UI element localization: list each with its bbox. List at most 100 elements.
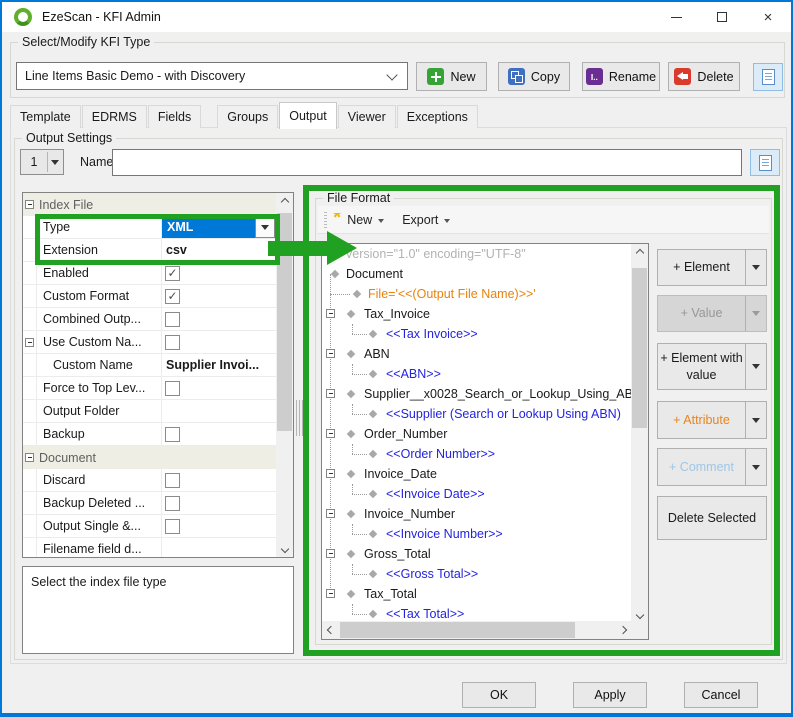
add-element-with-value-button[interactable]: + Element with value (657, 343, 767, 390)
tab-template[interactable]: Template (10, 105, 81, 128)
grid-row-combined-outp-[interactable]: Combined Outp... (23, 308, 276, 331)
new-kfi-button[interactable]: New (416, 62, 487, 91)
grid-row-output-single-[interactable]: Output Single &... (23, 515, 276, 538)
collapse-expander-icon[interactable] (25, 338, 34, 347)
tree-node-value[interactable]: <<Tax Total>> (322, 604, 631, 621)
checkbox-unchecked[interactable] (165, 335, 180, 350)
tab-groups[interactable]: Groups (217, 105, 278, 128)
tree-node-value[interactable]: <<Supplier (Search or Lookup Using ABN) (322, 404, 631, 424)
collapse-expander-icon[interactable] (326, 509, 335, 518)
add-comment-button[interactable]: + Comment (657, 448, 767, 486)
add-value-button[interactable]: + Value (657, 295, 767, 332)
property-value[interactable]: Supplier Invoi... (166, 358, 274, 372)
grid-row-enabled[interactable]: Enabled✓ (23, 262, 276, 285)
tab-fields[interactable]: Fields (148, 105, 201, 128)
add-comment-dropdown[interactable] (745, 449, 766, 485)
tree-node-value[interactable]: <<Invoice Date>> (322, 484, 631, 504)
copy-kfi-button[interactable]: Copy (498, 62, 570, 91)
type-dropdown-button[interactable] (255, 217, 275, 238)
output-number-dropdown[interactable]: 1 (20, 149, 64, 175)
property-grid-scrollbar[interactable] (276, 193, 293, 557)
grid-row-filename-field-d-[interactable]: Filename field d... (23, 538, 276, 557)
grid-row-backup-deleted-[interactable]: Backup Deleted ... (23, 492, 276, 515)
checkbox-unchecked[interactable] (165, 381, 180, 396)
grid-row-output-folder[interactable]: Output Folder (23, 400, 276, 423)
grid-row-use-custom-na-[interactable]: Use Custom Na... (23, 331, 276, 354)
collapse-expander-icon[interactable] (25, 453, 34, 462)
add-element-with-value-dropdown[interactable] (745, 344, 766, 389)
collapse-expander-icon[interactable] (326, 589, 335, 598)
kfi-notes-button[interactable] (753, 63, 783, 91)
panel-splitter-handle[interactable] (296, 400, 305, 436)
tree-node-value[interactable]: <<Order Number>> (322, 444, 631, 464)
collapse-expander-icon[interactable] (326, 549, 335, 558)
checkbox-unchecked[interactable] (165, 312, 180, 327)
tree-node-elem[interactable]: Tax_Total (322, 584, 631, 604)
tree-horizontal-scrollbar[interactable] (322, 621, 631, 639)
checkbox-checked[interactable]: ✓ (165, 266, 180, 281)
checkbox-unchecked[interactable] (165, 473, 180, 488)
apply-button[interactable]: Apply (573, 682, 647, 708)
collapse-expander-icon[interactable] (326, 429, 335, 438)
tree-node-elem[interactable]: Tax_Invoice (322, 304, 631, 324)
grid-row-custom-format[interactable]: Custom Format✓ (23, 285, 276, 308)
tree-node-elem[interactable]: Invoice_Number (322, 504, 631, 524)
chevron-down-icon[interactable] (378, 219, 384, 223)
tree-node-elem[interactable]: Invoice_Date (322, 464, 631, 484)
collapse-expander-icon[interactable] (326, 349, 335, 358)
tree-node-attr[interactable]: File='<<(Output File Name)>>' (322, 284, 631, 304)
collapse-expander-icon[interactable] (326, 309, 335, 318)
name-notes-button[interactable] (750, 149, 780, 176)
checkbox-unchecked[interactable] (165, 427, 180, 442)
tab-output[interactable]: Output (279, 102, 337, 129)
tree-node-elem[interactable]: Order_Number (322, 424, 631, 444)
grid-row-force-to-top-lev-[interactable]: Force to Top Lev... (23, 377, 276, 400)
grid-row-backup[interactable]: Backup (23, 423, 276, 446)
tree-node-elem[interactable]: Document (322, 264, 631, 284)
kfi-type-dropdown[interactable]: Line Items Basic Demo - with Discovery (16, 62, 408, 90)
tab-viewer[interactable]: Viewer (338, 105, 396, 128)
grid-row-extension[interactable]: Extensioncsv (23, 239, 276, 262)
grid-row-discard[interactable]: Discard (23, 469, 276, 492)
tree-vertical-scrollbar[interactable] (631, 244, 648, 623)
minimize-button[interactable] (653, 2, 699, 32)
tree-node-value[interactable]: <<Tax Invoice>> (322, 324, 631, 344)
grid-row-custom-name[interactable]: Custom NameSupplier Invoi... (23, 354, 276, 377)
scroll-down-arrow[interactable] (276, 540, 293, 557)
toolbar-export-button[interactable]: Export (402, 213, 438, 227)
collapse-expander-icon[interactable] (326, 389, 335, 398)
scroll-right-arrow[interactable] (614, 621, 631, 639)
close-button[interactable]: × (745, 2, 791, 32)
collapse-expander-icon[interactable] (326, 469, 335, 478)
scrollbar-thumb[interactable] (632, 268, 647, 428)
scroll-up-arrow[interactable] (276, 193, 293, 210)
checkbox-checked[interactable]: ✓ (165, 289, 180, 304)
delete-kfi-button[interactable]: Delete (668, 62, 740, 91)
tree-node-elem[interactable]: ABN (322, 344, 631, 364)
tab-exceptions[interactable]: Exceptions (397, 105, 478, 128)
scrollbar-thumb[interactable] (277, 213, 292, 431)
toolbar-new-button[interactable]: New (347, 213, 372, 227)
tree-node-value[interactable]: <<Invoice Number>> (322, 524, 631, 544)
checkbox-unchecked[interactable] (165, 519, 180, 534)
cancel-button[interactable]: Cancel (684, 682, 758, 708)
tree-node-value[interactable]: <<ABN>> (322, 364, 631, 384)
grid-row-type[interactable]: TypeXML (23, 216, 276, 239)
tree-node-elem[interactable]: Supplier__x0028_Search_or_Lookup_Using_A… (322, 384, 631, 404)
add-attribute-dropdown[interactable] (745, 402, 766, 438)
tree-node-value[interactable]: <<Gross Total>> (322, 564, 631, 584)
grid-category-index-file[interactable]: Index File (23, 193, 276, 216)
tree-node-elem[interactable]: Gross_Total (322, 544, 631, 564)
checkbox-unchecked[interactable] (165, 496, 180, 511)
add-attribute-button[interactable]: + Attribute (657, 401, 767, 439)
rename-kfi-button[interactable]: I.. Rename (582, 62, 660, 91)
maximize-button[interactable] (699, 2, 745, 32)
collapse-expander-icon[interactable] (25, 200, 34, 209)
add-element-button[interactable]: + Element (657, 249, 767, 286)
ok-button[interactable]: OK (462, 682, 536, 708)
scroll-up-arrow[interactable] (631, 244, 648, 261)
tree-node-decl[interactable]: version="1.0" encoding="UTF-8" (322, 244, 631, 264)
tab-edrms[interactable]: EDRMS (82, 105, 147, 128)
type-value-selected[interactable]: XML (162, 217, 255, 238)
output-name-input[interactable] (112, 149, 742, 176)
